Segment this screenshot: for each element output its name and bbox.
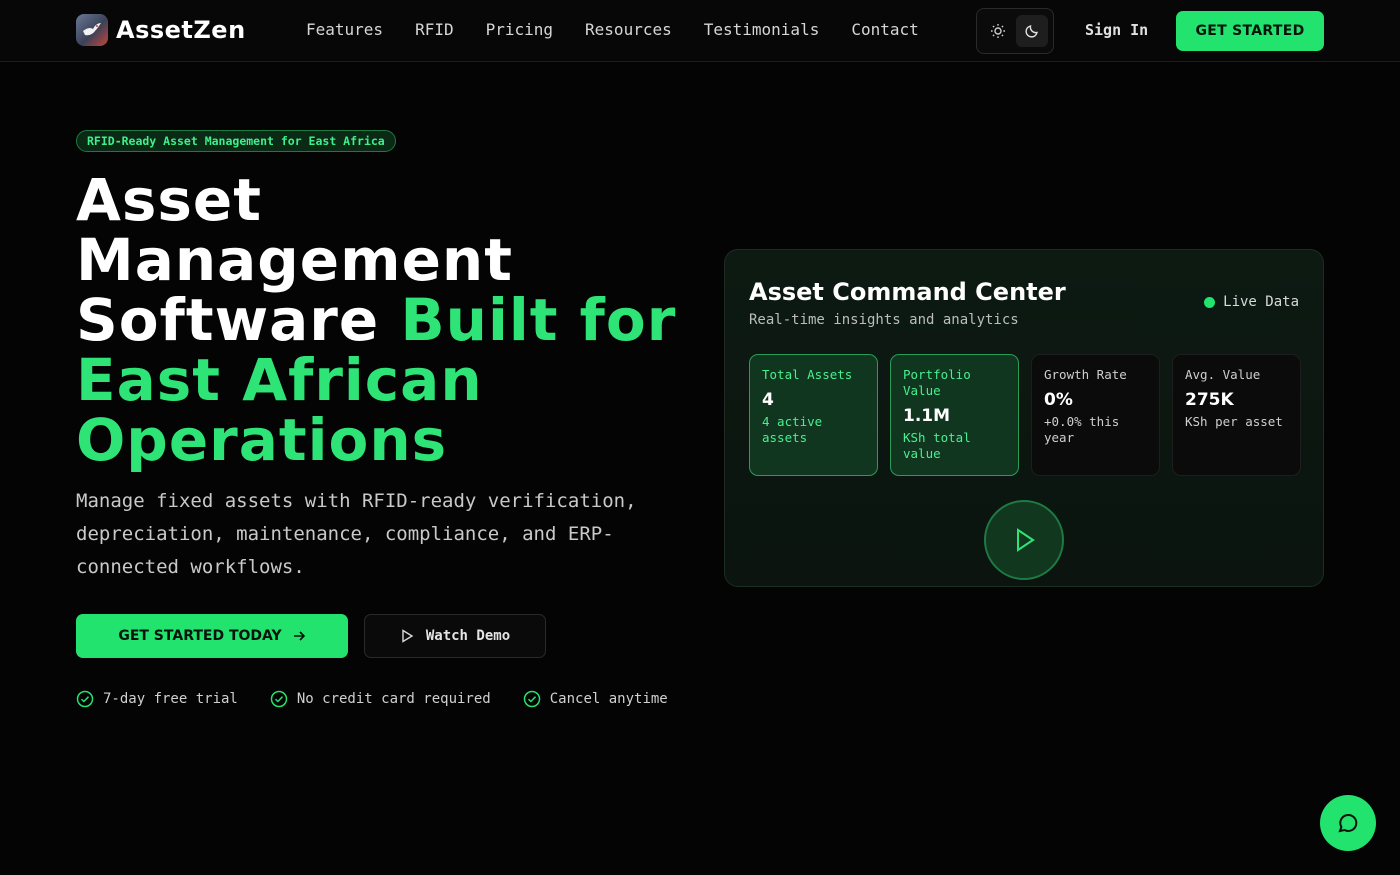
- perk-label: No credit card required: [296, 691, 491, 707]
- top-navbar: AssetZen Features RFID Pricing Resources…: [0, 0, 1400, 62]
- sign-in-link[interactable]: Sign In: [1085, 21, 1148, 39]
- live-dot-icon: [1204, 296, 1216, 308]
- stat-note: 4 active assets: [762, 414, 823, 445]
- stat-label: Growth Rate: [1044, 367, 1127, 382]
- stat-card-portfolio-value: Portfolio Value 1.1M KSh total value: [890, 354, 1019, 476]
- primary-cta-label: GET STARTED TODAY: [118, 628, 282, 644]
- stat-note: KSh total value: [903, 430, 971, 461]
- moon-icon: [1025, 25, 1038, 38]
- check-circle-icon: [270, 690, 288, 708]
- stat-value: 0%: [1044, 390, 1073, 410]
- stat-note: +0.0% this year: [1044, 414, 1120, 445]
- stat-label: Avg. Value: [1185, 367, 1261, 382]
- brand-name: AssetZen: [116, 16, 246, 44]
- card-title: Asset Command Center: [749, 278, 1066, 306]
- hero-tagline-badge: RFID-Ready Asset Management for East Afr…: [76, 130, 396, 152]
- secondary-cta-label: Watch Demo: [425, 628, 511, 644]
- logo-bird-icon: [76, 14, 108, 46]
- hero-perks: 7-day free trial No credit card required…: [76, 690, 668, 708]
- play-demo-button[interactable]: [984, 500, 1064, 580]
- page: AssetZen Features RFID Pricing Resources…: [0, 0, 1400, 875]
- stat-label: Total Assets: [762, 367, 853, 382]
- watch-demo-button[interactable]: Watch Demo: [364, 614, 546, 658]
- sun-icon: [991, 24, 1005, 38]
- check-circle-icon: [523, 690, 540, 708]
- dark-mode-button[interactable]: [1016, 15, 1048, 47]
- nav-link-contact[interactable]: Contact: [851, 20, 918, 39]
- nav-link-resources[interactable]: Resources: [585, 20, 672, 39]
- card-subtitle: Real-time insights and analytics: [749, 312, 1019, 328]
- light-mode-button[interactable]: [982, 15, 1014, 47]
- perk-label: Cancel anytime: [549, 691, 668, 707]
- live-label: Live Data: [1223, 294, 1299, 310]
- chat-bubble-icon: [1338, 813, 1358, 833]
- stat-value: 275K: [1185, 390, 1234, 410]
- nav-link-features[interactable]: Features: [306, 20, 383, 39]
- stat-label: Portfolio Value: [903, 367, 971, 398]
- asset-command-center-card: Asset Command Center Real-time insights …: [724, 249, 1324, 587]
- nav-links: Features RFID Pricing Resources Testimon…: [306, 20, 919, 39]
- nav-link-testimonials[interactable]: Testimonials: [704, 20, 820, 39]
- get-started-button[interactable]: GET STARTED: [1176, 11, 1324, 51]
- nav-link-pricing[interactable]: Pricing: [486, 20, 553, 39]
- chat-button[interactable]: [1320, 795, 1376, 851]
- hero-subtext: Manage fixed assets with RFID-ready veri…: [76, 490, 637, 578]
- arrow-right-icon: [293, 631, 305, 641]
- stat-card-growth-rate: Growth Rate 0% +0.0% this year: [1031, 354, 1160, 476]
- stat-value: 4: [762, 390, 774, 410]
- play-icon: [1017, 528, 1035, 552]
- stat-value: 1.1M: [903, 406, 951, 426]
- hero-headline: Asset Management Software Built for East…: [76, 170, 696, 470]
- live-data-indicator: Live Data: [1204, 294, 1299, 310]
- stat-note: KSh per asset: [1185, 414, 1283, 429]
- check-circle-icon: [76, 690, 94, 708]
- stat-card-avg-value: Avg. Value 275K KSh per asset: [1172, 354, 1301, 476]
- perk-item: No credit card required: [270, 690, 491, 708]
- perk-item: 7-day free trial: [76, 690, 238, 708]
- stat-card-total-assets: Total Assets 4 4 active assets: [749, 354, 878, 476]
- perk-item: Cancel anytime: [523, 690, 668, 708]
- nav-link-rfid[interactable]: RFID: [415, 20, 454, 39]
- play-icon: [402, 629, 414, 643]
- brand-logo[interactable]: AssetZen: [76, 14, 246, 46]
- stats-row: Total Assets 4 4 active assets Portfolio…: [749, 354, 1301, 476]
- perk-label: 7-day free trial: [103, 691, 238, 707]
- get-started-today-button[interactable]: GET STARTED TODAY: [76, 614, 348, 658]
- theme-toggle: [976, 8, 1054, 54]
